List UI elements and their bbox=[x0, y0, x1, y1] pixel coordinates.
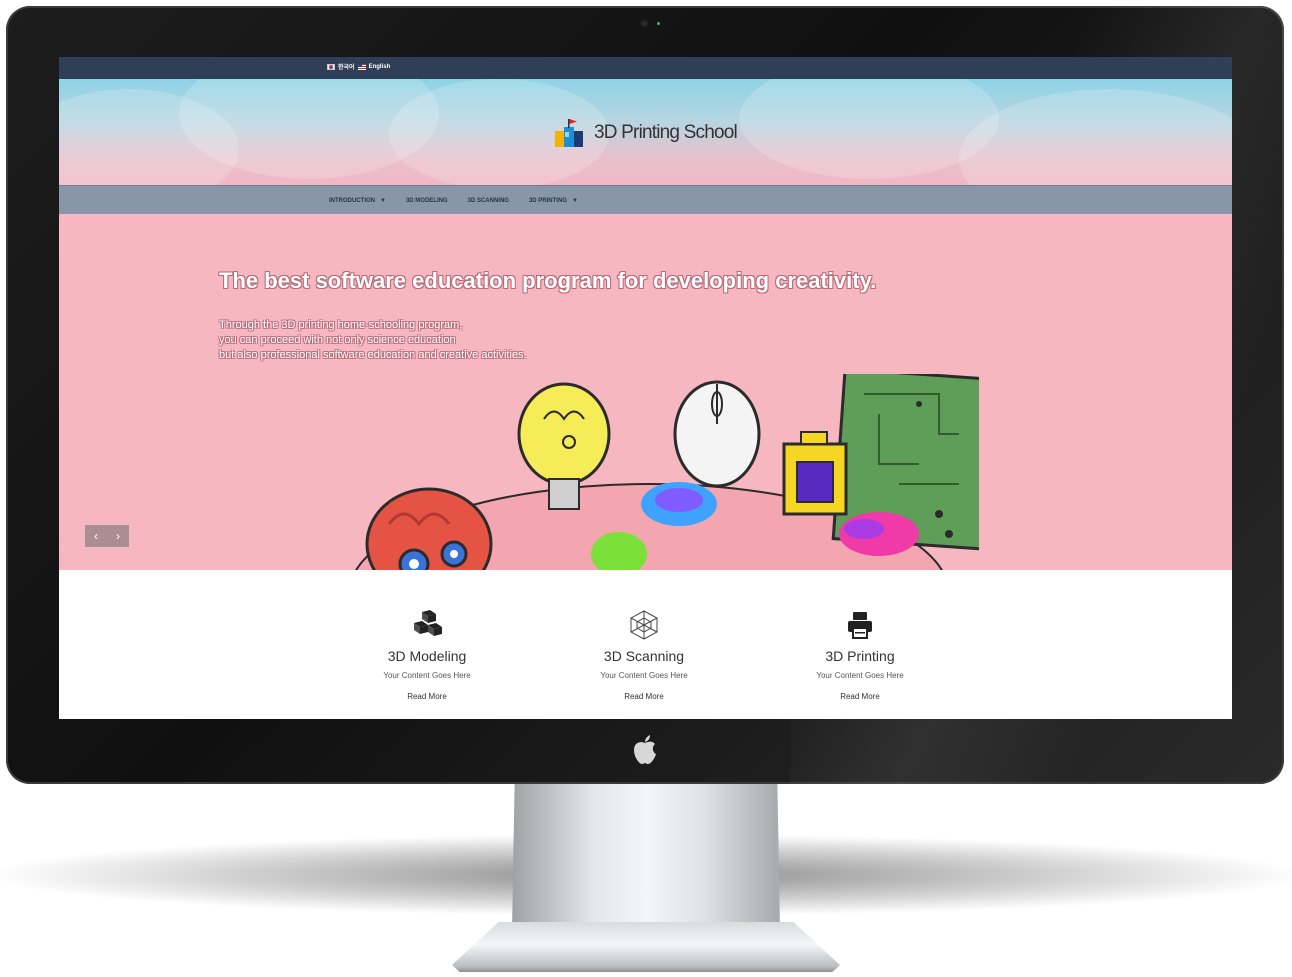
cloud-shape bbox=[959, 89, 1232, 185]
site-header: 3D Printing School bbox=[59, 79, 1232, 185]
chevron-right-icon[interactable]: › bbox=[107, 525, 129, 547]
korea-flag-icon[interactable] bbox=[327, 63, 335, 70]
feature-card: 3D Modeling Your Content Goes Here Read … bbox=[347, 570, 507, 701]
caret-down-icon: ▼ bbox=[380, 197, 386, 204]
language-switcher: 한국어 English bbox=[327, 62, 390, 71]
camera-icon bbox=[640, 19, 649, 28]
logo-icon bbox=[555, 119, 583, 147]
nav-item-3d-scanning[interactable]: 3D SCANNING bbox=[468, 198, 509, 204]
mesh-icon bbox=[630, 610, 658, 640]
monitor-screen: 한국어 English 3D Printing School INTRODUCT… bbox=[59, 57, 1232, 719]
language-korean[interactable]: 한국어 bbox=[338, 62, 355, 71]
brain-character-illustration bbox=[365, 487, 493, 570]
features-section: 3D Modeling Your Content Goes Here Read … bbox=[59, 570, 1232, 719]
camera-led bbox=[657, 22, 660, 25]
feature-text: Your Content Goes Here bbox=[816, 671, 904, 680]
nav-item-3d-printing[interactable]: 3D PRINTING ▼ bbox=[529, 198, 578, 204]
hero-subtitle-line: Through the 3D printing home-schooling p… bbox=[219, 319, 463, 331]
nav-item-label: 3D MODELING bbox=[405, 197, 448, 204]
top-bar: 한국어 English bbox=[59, 57, 1232, 79]
feature-card: 3D Scanning Your Content Goes Here Read … bbox=[564, 570, 724, 701]
feature-title: 3D Scanning bbox=[603, 648, 685, 664]
feature-text: Your Content Goes Here bbox=[600, 671, 688, 680]
site-logo[interactable]: 3D Printing School bbox=[554, 117, 738, 149]
monitor-stand bbox=[512, 780, 780, 930]
main-nav: INTRODUCTION ▼ 3D MODELING 3D SCANNING 3… bbox=[59, 185, 1232, 216]
language-english[interactable]: English bbox=[369, 64, 391, 70]
read-more-link[interactable]: Read More bbox=[780, 692, 940, 701]
logo-text: 3D Printing School bbox=[594, 122, 738, 143]
hero-subtitle-line: but also professional software education… bbox=[219, 349, 527, 361]
nav-item-label: INTRODUCTION bbox=[329, 197, 375, 204]
apple-logo-icon bbox=[634, 735, 656, 764]
nav-item-label: 3D PRINTING bbox=[528, 197, 567, 204]
read-more-link[interactable]: Read More bbox=[347, 692, 507, 701]
hero-illustration bbox=[355, 374, 979, 570]
feature-title: 3D Modeling bbox=[387, 648, 467, 664]
printer-character-illustration bbox=[782, 431, 848, 516]
nav-item-label: 3D SCANNING bbox=[467, 197, 509, 204]
us-flag-icon[interactable] bbox=[357, 63, 366, 70]
hero-subtitle: Through the 3D printing home-schooling p… bbox=[219, 318, 527, 363]
printer-icon bbox=[848, 612, 872, 639]
monitor-stand-base bbox=[452, 922, 840, 972]
chevron-left-icon[interactable]: ‹ bbox=[85, 525, 107, 547]
feature-card: 3D Printing Your Content Goes Here Read … bbox=[780, 570, 940, 701]
hero-subtitle-line: you can proceed with not only science ed… bbox=[219, 334, 456, 346]
nav-item-introduction[interactable]: INTRODUCTION ▼ bbox=[329, 198, 386, 204]
hero-slider: The best software education program for … bbox=[59, 214, 1232, 570]
hero-title: The best software education program for … bbox=[219, 268, 877, 293]
nav-item-3d-modeling[interactable]: 3D MODELING bbox=[406, 198, 448, 204]
mouse-character-illustration bbox=[673, 380, 761, 488]
read-more-link[interactable]: Read More bbox=[564, 692, 724, 701]
feature-text: Your Content Goes Here bbox=[383, 671, 471, 680]
caret-down-icon: ▼ bbox=[571, 197, 578, 204]
cubes-icon bbox=[414, 610, 442, 636]
slider-controls: ‹ › bbox=[85, 525, 129, 547]
feature-title: 3D Printing bbox=[825, 648, 895, 664]
